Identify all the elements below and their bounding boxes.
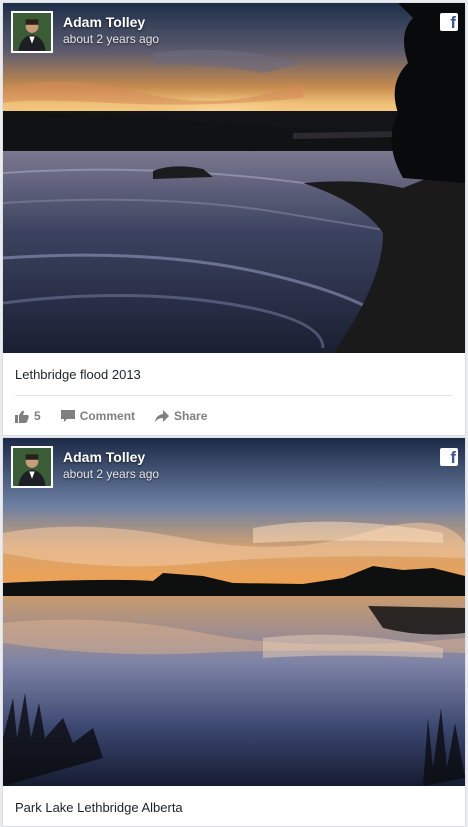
post-timestamp[interactable]: about 2 years ago — [63, 467, 159, 482]
author-name[interactable]: Adam Tolley — [63, 449, 159, 465]
comment-icon — [60, 409, 75, 422]
avatar[interactable] — [11, 11, 53, 53]
author-name[interactable]: Adam Tolley — [63, 14, 159, 30]
post-author: Adam Tolley about 2 years ago — [11, 11, 159, 53]
post-actions: 5 Comment Share — [15, 408, 227, 424]
share-label: Share — [174, 409, 208, 423]
social-feed: Adam Tolley about 2 years ago f Lethbrid… — [0, 0, 468, 827]
post-author: Adam Tolley about 2 years ago — [11, 446, 159, 488]
divider — [15, 395, 453, 396]
facebook-icon[interactable]: f — [440, 13, 458, 31]
post-timestamp[interactable]: about 2 years ago — [63, 32, 159, 47]
post-card: Adam Tolley about 2 years ago f Park Lak… — [2, 437, 466, 827]
avatar[interactable] — [11, 446, 53, 488]
like-button[interactable]: 5 — [15, 409, 41, 423]
like-count: 5 — [34, 409, 41, 423]
share-icon — [155, 409, 170, 422]
comment-button[interactable]: Comment — [60, 409, 136, 423]
post-caption: Park Lake Lethbridge Alberta — [15, 800, 183, 815]
comment-label: Comment — [79, 409, 136, 423]
post-photo[interactable] — [3, 438, 465, 786]
thumbs-up-icon — [15, 410, 29, 423]
post-photo[interactable] — [3, 3, 465, 353]
post-caption: Lethbridge flood 2013 — [15, 367, 141, 382]
share-button[interactable]: Share — [155, 409, 207, 423]
post-card: Adam Tolley about 2 years ago f Lethbrid… — [2, 2, 466, 436]
facebook-icon[interactable]: f — [440, 448, 458, 466]
